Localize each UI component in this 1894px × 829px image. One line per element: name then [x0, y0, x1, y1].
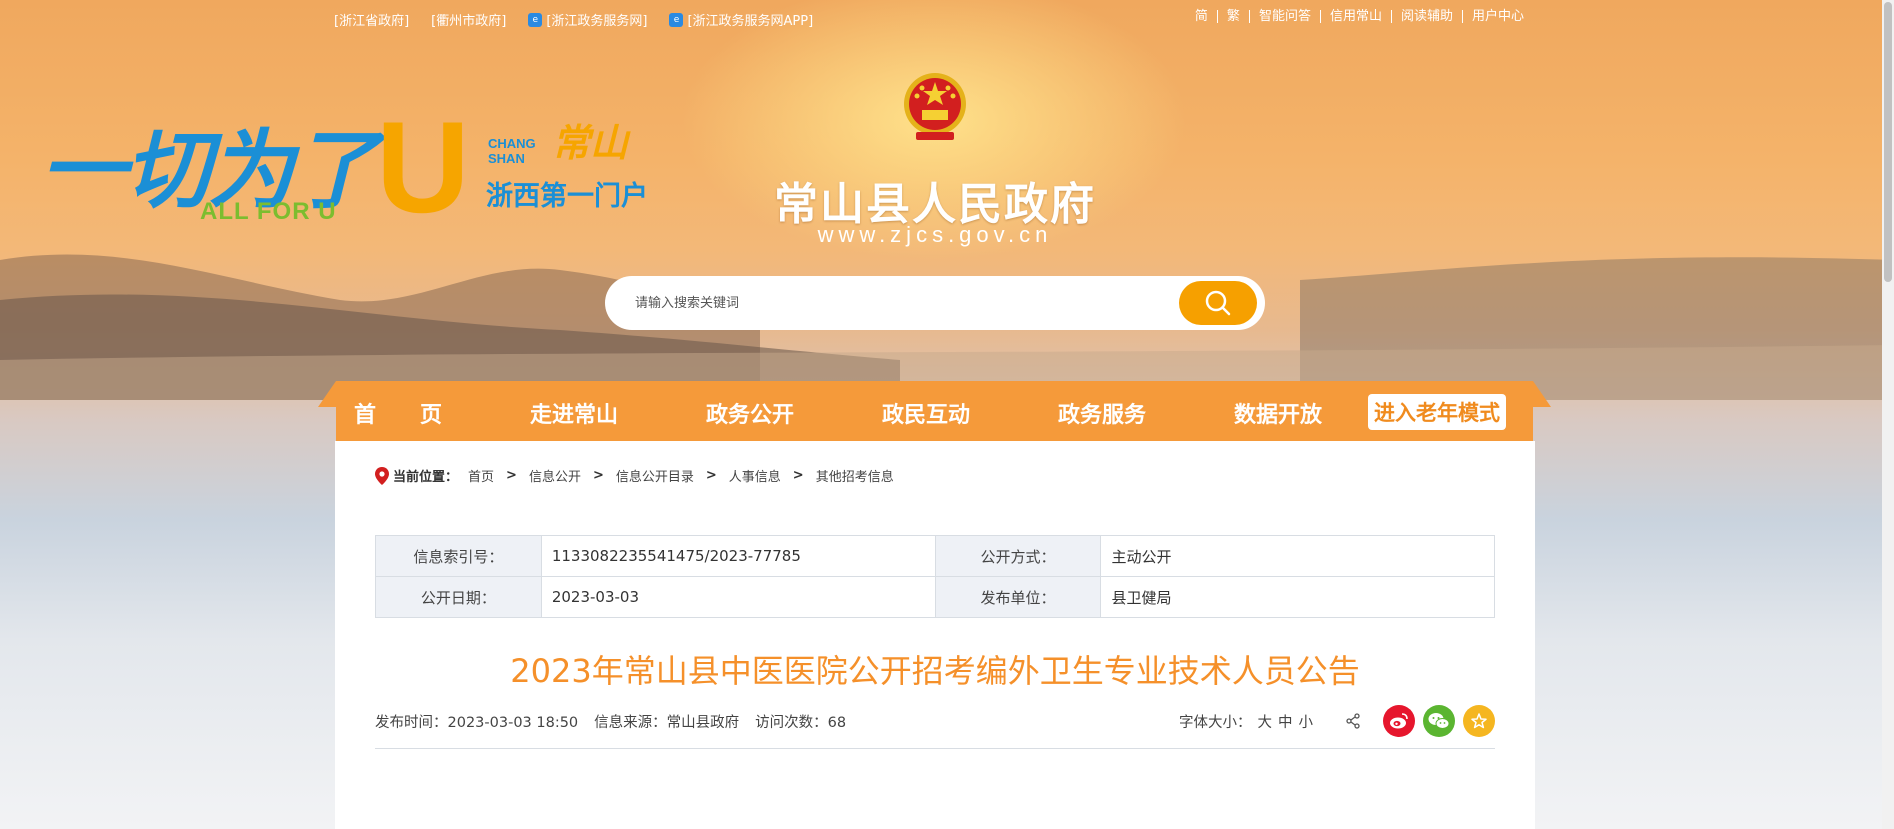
- user-center-link[interactable]: 用户中心: [1463, 10, 1524, 23]
- nav-open-data[interactable]: 数据开放: [1234, 397, 1322, 429]
- nav-services[interactable]: 政务服务: [1058, 397, 1146, 429]
- link-label: [浙江省政府]: [334, 14, 410, 29]
- traditional-link[interactable]: 繁: [1218, 10, 1250, 23]
- link-zj-service[interactable]: e [浙江政务服务网]: [528, 10, 647, 29]
- favorite-icon: [1471, 713, 1487, 729]
- search-box: [605, 276, 1265, 330]
- method-label: 公开方式：: [934, 535, 1102, 577]
- wechat-icon: [1428, 713, 1450, 729]
- slogan-english: ALL FOR U: [200, 198, 337, 225]
- credit-link[interactable]: 信用常山: [1321, 10, 1392, 23]
- publish-time: 发布时间：2023-03-03 18:50: [375, 715, 579, 731]
- breadcrumb-separator: >: [792, 468, 804, 483]
- font-small-button[interactable]: 小: [1299, 715, 1314, 731]
- breadcrumb-home[interactable]: 首页: [468, 466, 494, 485]
- favorite-button[interactable]: [1463, 705, 1495, 737]
- link-label: [衢州市政府]: [431, 14, 507, 29]
- wechat-share-button[interactable]: [1423, 705, 1455, 737]
- search-icon: [1205, 290, 1231, 316]
- index-value: 1133082235541475/2023-77785: [540, 535, 936, 577]
- index-label: 信息索引号：: [375, 535, 542, 577]
- info-source: 信息来源：常山县政府: [594, 715, 740, 731]
- slogan-chang-shan: CHANG SHAN: [488, 136, 536, 166]
- slogan-logo: 一切为了 U ALL FOR U CHANG SHAN 常山 浙西第一门户: [40, 94, 670, 240]
- table-row: 公开日期： 2023-03-03 发布单位： 县卫健局: [375, 576, 1495, 618]
- breadcrumb-personnel[interactable]: 人事信息: [729, 466, 781, 485]
- nav-gov-affairs[interactable]: 政务公开: [706, 397, 794, 429]
- divider: [375, 748, 1495, 749]
- page-scrollbar[interactable]: [1882, 0, 1894, 829]
- method-value: 主动公开: [1100, 535, 1495, 577]
- article-title: 2023年常山县中医医院公开招考编外卫生专业技术人员公告: [510, 652, 1360, 690]
- date-label: 公开日期：: [375, 576, 542, 618]
- slogan-u: U: [376, 94, 470, 240]
- info-meta-table: 信息索引号： 1133082235541475/2023-77785 公开方式：…: [375, 535, 1495, 618]
- scrollbar-thumb[interactable]: [1884, 2, 1892, 282]
- search-button[interactable]: [1179, 281, 1257, 325]
- font-size-control: 字体大小： 大中小: [1179, 711, 1313, 732]
- national-emblem: [904, 73, 966, 140]
- search-input[interactable]: [635, 291, 1155, 315]
- breadcrumb-catalog[interactable]: 信息公开目录: [616, 466, 694, 485]
- breadcrumb-separator: >: [705, 468, 717, 483]
- share-icon[interactable]: [1345, 713, 1361, 729]
- location-icon: [375, 466, 389, 485]
- breadcrumb-info-open[interactable]: 信息公开: [529, 466, 581, 485]
- unit-label: 发布单位：: [934, 576, 1102, 618]
- content-panel: 当前位置： 首页 > 信息公开 > 信息公开目录 > 人事信息 > 其他招考信息…: [335, 441, 1535, 829]
- weibo-share-button[interactable]: [1383, 705, 1415, 737]
- date-value: 2023-03-03: [540, 576, 936, 618]
- service-app-icon: e: [669, 12, 684, 27]
- elder-mode-button[interactable]: 进入老年模式: [1368, 394, 1506, 430]
- top-link-bar: [浙江省政府] [衢州市政府] e [浙江政务服务网] e [浙江政务服务网APP]…: [0, 10, 1894, 32]
- unit-value: 县卫健局: [1100, 576, 1495, 618]
- font-medium-button[interactable]: 中: [1278, 715, 1293, 731]
- link-zj-service-app[interactable]: e [浙江政务服务网APP]: [669, 10, 813, 29]
- table-row: 信息索引号： 1133082235541475/2023-77785 公开方式：…: [375, 535, 1495, 577]
- visit-count: 访问次数：68: [755, 715, 847, 731]
- link-quzhou-gov[interactable]: [衢州市政府]: [431, 10, 506, 29]
- site-url: www.zjcs.gov.cn: [817, 222, 1053, 247]
- breadcrumb-separator: >: [592, 468, 604, 483]
- simplified-link[interactable]: 简: [1186, 10, 1218, 23]
- nav-home[interactable]: 首 页: [354, 397, 442, 429]
- link-label: [浙江政务服务网APP]: [687, 14, 814, 29]
- service-app-icon: e: [528, 12, 543, 27]
- link-label: [浙江政务服务网]: [546, 14, 648, 29]
- reading-aid-link[interactable]: 阅读辅助: [1392, 10, 1463, 23]
- article-tools: 字体大小： 大中小: [1179, 705, 1495, 737]
- weibo-icon: [1390, 713, 1408, 729]
- article-info: 发布时间：2023-03-03 18:50 信息来源：常山县政府 访问次数：68: [375, 711, 846, 732]
- breadcrumb-recruit[interactable]: 其他招考信息: [816, 466, 894, 485]
- breadcrumb-label: 当前位置：: [393, 470, 459, 485]
- breadcrumb-separator: >: [506, 468, 517, 483]
- nav-interaction[interactable]: 政民互动: [882, 397, 970, 429]
- breadcrumb: 当前位置： 首页 > 信息公开 > 信息公开目录 > 人事信息 > 其他招考信息: [375, 466, 894, 485]
- font-large-button[interactable]: 大: [1258, 715, 1273, 731]
- smart-qa-link[interactable]: 智能问答: [1250, 10, 1321, 23]
- slogan-portal: 浙西第一门户: [486, 181, 648, 212]
- slogan-changshan-script: 常山: [552, 121, 629, 165]
- main-nav: 首 页 走进常山 政务公开 政民互动 政务服务 数据开放 进入老年模式: [318, 381, 1551, 441]
- link-zhejiang-gov[interactable]: [浙江省政府]: [334, 10, 409, 29]
- nav-about[interactable]: 走进常山: [530, 397, 618, 429]
- font-size-label: 字体大小：: [1179, 714, 1252, 731]
